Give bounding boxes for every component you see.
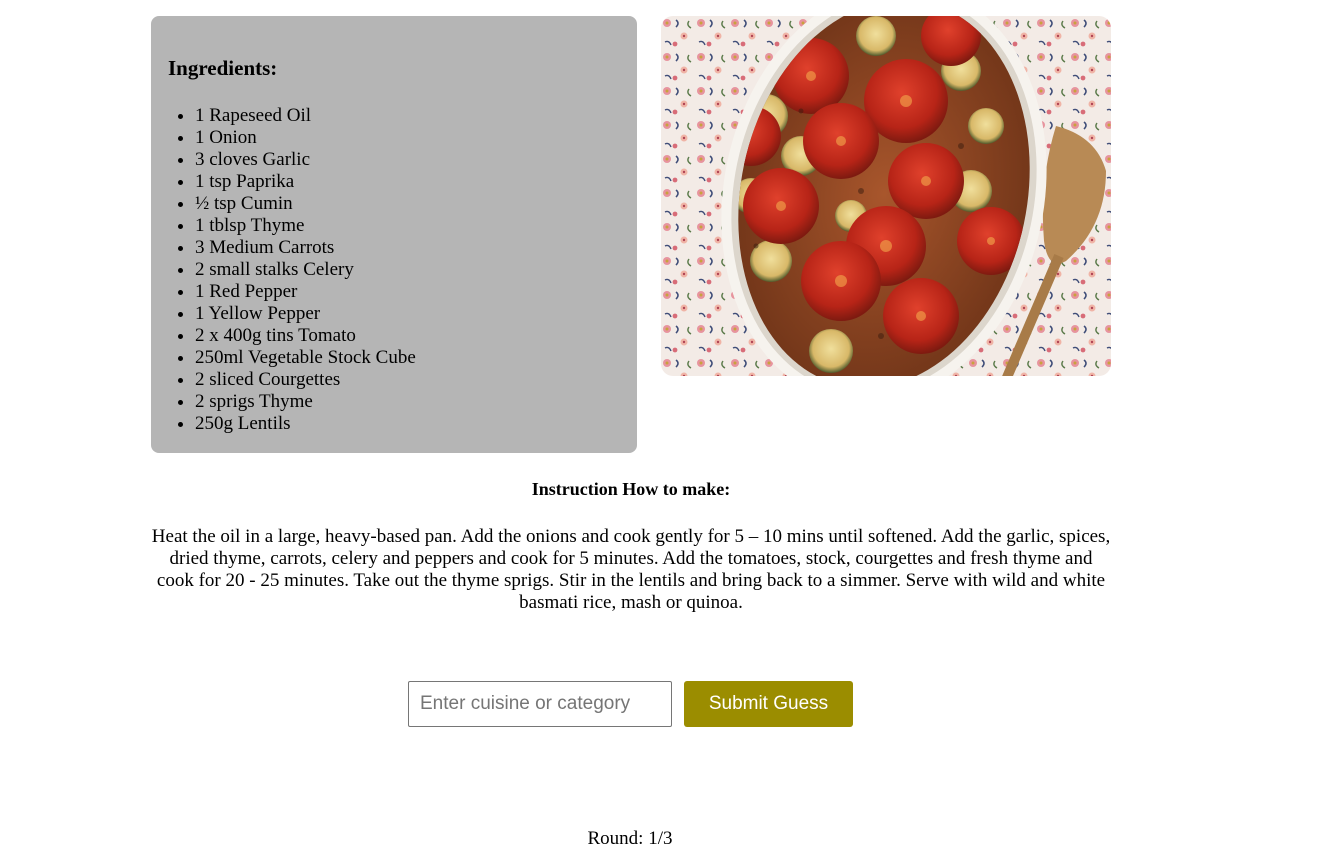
ingredient-item: 2 sliced Courgettes <box>195 369 416 391</box>
submit-guess-button[interactable]: Submit Guess <box>684 681 853 727</box>
ingredient-item: 1 Red Pepper <box>195 281 416 303</box>
ingredients-card: Ingredients: 1 Rapeseed Oil 1 Onion 3 cl… <box>151 16 637 453</box>
ingredient-item: 1 Onion <box>195 127 416 149</box>
instruction-title: Instruction How to make: <box>531 479 731 499</box>
recipe-guess-page: Ingredients: 1 Rapeseed Oil 1 Onion 3 cl… <box>0 0 1325 860</box>
cuisine-guess-input[interactable] <box>408 681 672 727</box>
ingredient-item: 250g Lentils <box>195 413 416 435</box>
ingredient-item: 2 x 400g tins Tomato <box>195 325 416 347</box>
ingredients-list: 1 Rapeseed Oil 1 Onion 3 cloves Garlic 1… <box>151 105 416 435</box>
ingredient-item: 1 Yellow Pepper <box>195 303 416 325</box>
ingredient-item: 1 tblsp Thyme <box>195 215 416 237</box>
ingredient-item: 1 tsp Paprika <box>195 171 416 193</box>
ingredient-item: 1 Rapeseed Oil <box>195 105 416 127</box>
ingredient-item: 2 sprigs Thyme <box>195 391 416 413</box>
ingredient-item: 2 small stalks Celery <box>195 259 416 281</box>
ingredients-title: Ingredients: <box>168 56 278 80</box>
ingredient-item: 3 Medium Carrots <box>195 237 416 259</box>
dish-photo <box>661 16 1111 376</box>
instruction-text: Heat the oil in a large, heavy-based pan… <box>151 526 1111 613</box>
ingredient-item: 250ml Vegetable Stock Cube <box>195 347 416 369</box>
ingredient-item: ½ tsp Cumin <box>195 193 416 215</box>
ingredient-item: 3 cloves Garlic <box>195 149 416 171</box>
round-indicator: Round: 1/3 <box>587 828 673 849</box>
